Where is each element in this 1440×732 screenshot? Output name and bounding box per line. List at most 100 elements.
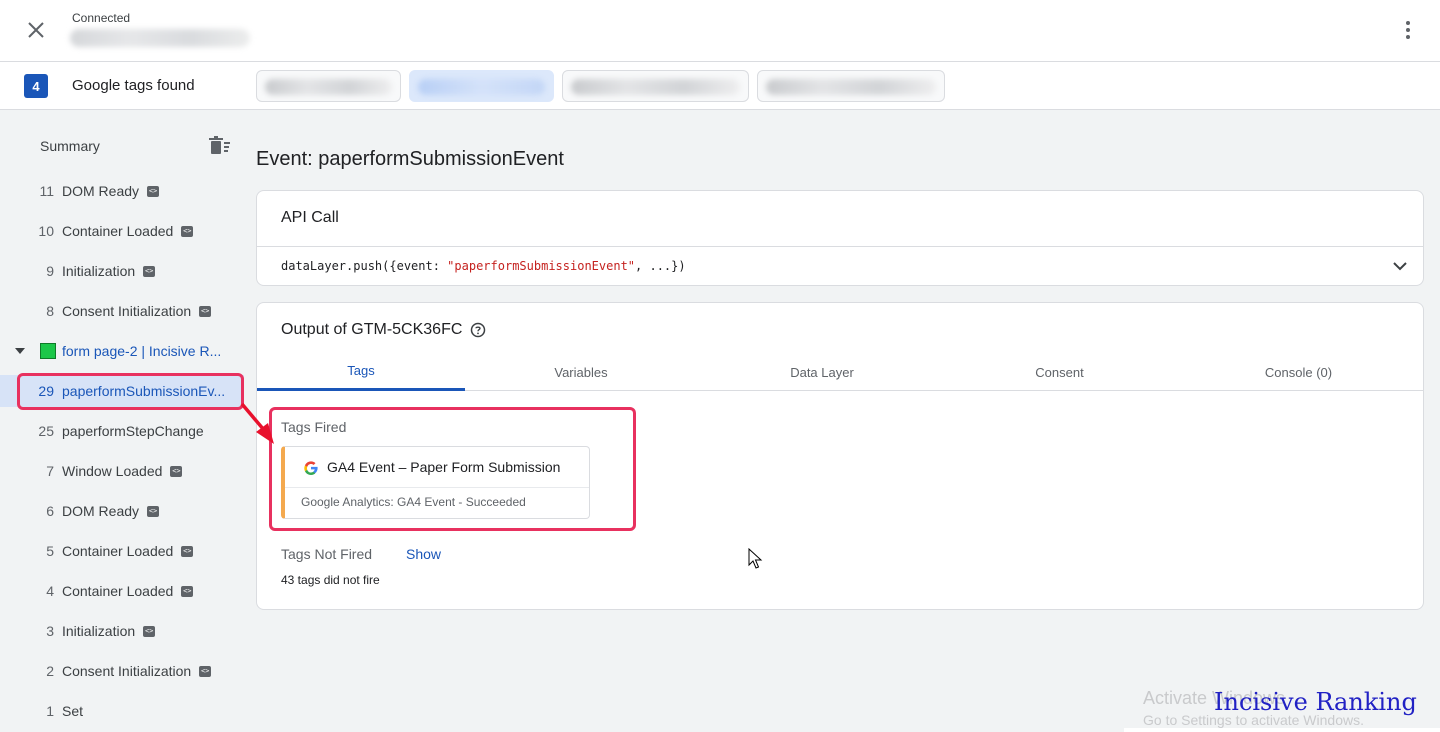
event-title: Event: paperformSubmissionEvent: [256, 148, 564, 170]
connection-status: Connected: [72, 11, 131, 25]
sidebar-item-number: 4: [46, 583, 54, 599]
fired-tag-card[interactable]: GA4 Event – Paper Form Submission Google…: [281, 446, 590, 519]
sidebar-item-number: 25: [38, 423, 54, 439]
sidebar-item-label: DOM Ready: [62, 503, 140, 519]
sidebar-item-number: 1: [46, 703, 54, 719]
divider: [257, 246, 1423, 247]
code-icon: <>: [143, 625, 156, 637]
sidebar-item[interactable]: 9 Initialization <>: [0, 255, 244, 287]
sidebar-item[interactable]: 4 Container Loaded <>: [0, 575, 244, 607]
bottom-strip: [1124, 728, 1440, 732]
sidebar-item[interactable]: 8 Consent Initialization <>: [0, 295, 244, 327]
sidebar-item-label: Consent Initialization: [62, 303, 192, 319]
sidebar-item-number: 3: [46, 623, 54, 639]
page-marker-icon: [40, 343, 56, 359]
close-icon[interactable]: [22, 16, 50, 44]
sidebar-item-label: Container Loaded: [62, 223, 174, 239]
tab-tags[interactable]: Tags: [257, 353, 465, 391]
sidebar-item-label: Initialization: [62, 623, 136, 639]
tab-variables[interactable]: Variables: [465, 353, 697, 391]
code-icon: <>: [181, 225, 194, 237]
code-icon: <>: [181, 585, 194, 597]
sidebar-item-label: DOM Ready: [62, 183, 140, 199]
tags-count-badge: 4: [24, 74, 48, 98]
sidebar-item-number: 8: [46, 303, 54, 319]
sidebar-item-label: paperformStepChange: [62, 423, 204, 439]
connected-url-redacted: [70, 29, 250, 47]
output-tabs: Tags Variables Data Layer Consent Consol…: [257, 353, 1423, 391]
sidebar-item-number: 10: [38, 223, 54, 239]
output-title: Output of GTM-5CK36FC: [281, 321, 463, 338]
code-string: "paperformSubmissionEvent": [447, 259, 636, 273]
help-icon[interactable]: [470, 322, 486, 338]
top-bar: Connected: [0, 0, 1440, 62]
tag-chip[interactable]: [256, 70, 401, 102]
divider: [285, 487, 589, 488]
sidebar-item[interactable]: 3 Initialization <>: [0, 615, 244, 647]
sidebar-item-label: Initialization: [62, 263, 136, 279]
code-icon: <>: [147, 505, 160, 517]
api-call-code: dataLayer.push({event: "paperformSubmiss…: [281, 259, 686, 273]
sidebar-item[interactable]: 2 Consent Initialization <>: [0, 655, 244, 687]
code-icon: <>: [143, 265, 156, 277]
sidebar-item-selected[interactable]: 29 paperformSubmissionEv...: [0, 375, 244, 407]
code-prefix: dataLayer.push({event:: [281, 259, 448, 273]
code-suffix: , ...}): [635, 259, 686, 273]
sidebar-item-label: Container Loaded: [62, 543, 174, 559]
sidebar-item[interactable]: 1 Set: [0, 695, 244, 727]
show-not-fired-link[interactable]: Show: [406, 546, 441, 562]
api-call-card: API Call dataLayer.push({event: "paperfo…: [256, 190, 1424, 286]
sidebar-page-group[interactable]: form page-2 | Incisive R...: [0, 336, 244, 366]
tag-chip[interactable]: [562, 70, 749, 102]
output-card: Output of GTM-5CK36FC Tags Variables Dat…: [256, 302, 1424, 610]
sidebar-item[interactable]: 11 DOM Ready <>: [0, 175, 244, 207]
sidebar-item-number: 6: [46, 503, 54, 519]
sidebar-item-number: 5: [46, 543, 54, 559]
chevron-down-icon[interactable]: [1391, 257, 1409, 275]
watermark-text: Incisive Ranking: [1214, 688, 1417, 716]
google-logo-icon: [304, 461, 318, 475]
not-fired-count: 43 tags did not fire: [281, 573, 380, 587]
sidebar-item[interactable]: 6 DOM Ready <>: [0, 495, 244, 527]
sidebar-item-number: 11: [39, 183, 54, 199]
tab-data-layer[interactable]: Data Layer: [697, 353, 947, 391]
sidebar-item[interactable]: 25 paperformStepChange: [0, 415, 244, 447]
more-vert-icon[interactable]: [1396, 18, 1420, 42]
tags-found-label: Google tags found: [72, 77, 195, 94]
caret-down-icon[interactable]: [14, 345, 26, 357]
sidebar-item-label: paperformSubmissionEv...: [62, 383, 226, 399]
annotation-arrow-icon: [240, 402, 274, 444]
sidebar-item[interactable]: 5 Container Loaded <>: [0, 535, 244, 567]
sidebar: Summary 11 DOM Ready <> 10 Container Loaded <…: [0, 110, 244, 732]
tag-chip-active[interactable]: [409, 70, 554, 102]
output-title-row: Output of GTM-5CK36FC: [281, 321, 486, 339]
code-icon: <>: [199, 305, 212, 317]
tags-fired-label: Tags Fired: [281, 419, 347, 435]
tags-bar: 4 Google tags found: [0, 62, 1440, 110]
fired-tag-name: GA4 Event – Paper Form Submission: [327, 459, 561, 475]
code-icon: <>: [199, 665, 212, 677]
code-icon: <>: [147, 185, 160, 197]
fired-tag-status: Google Analytics: GA4 Event - Succeeded: [301, 495, 526, 509]
sidebar-item-number: 7: [46, 463, 54, 479]
sidebar-item-label: Container Loaded: [62, 583, 174, 599]
delete-sweep-icon[interactable]: [208, 136, 232, 156]
sidebar-item-number: 9: [46, 263, 54, 279]
tags-not-fired-label: Tags Not Fired: [281, 546, 373, 562]
sidebar-item[interactable]: 10 Container Loaded <>: [0, 215, 244, 247]
sidebar-item-label: Set: [62, 703, 84, 719]
tab-consent[interactable]: Consent: [947, 353, 1172, 391]
api-call-title: API Call: [281, 209, 339, 226]
code-icon: <>: [181, 545, 194, 557]
mouse-cursor-icon: [748, 548, 763, 569]
sidebar-page-label: form page-2 | Incisive R...: [62, 343, 222, 359]
sidebar-item[interactable]: 7 Window Loaded <>: [0, 455, 244, 487]
sidebar-summary[interactable]: Summary: [40, 138, 100, 154]
sidebar-item-number: 2: [46, 663, 54, 679]
tag-chip[interactable]: [757, 70, 945, 102]
tab-console[interactable]: Console (0): [1172, 353, 1425, 391]
sidebar-item-number: 29: [38, 383, 54, 399]
code-icon: <>: [170, 465, 183, 477]
sidebar-item-label: Consent Initialization: [62, 663, 192, 679]
sidebar-item-label: Window Loaded: [62, 463, 163, 479]
